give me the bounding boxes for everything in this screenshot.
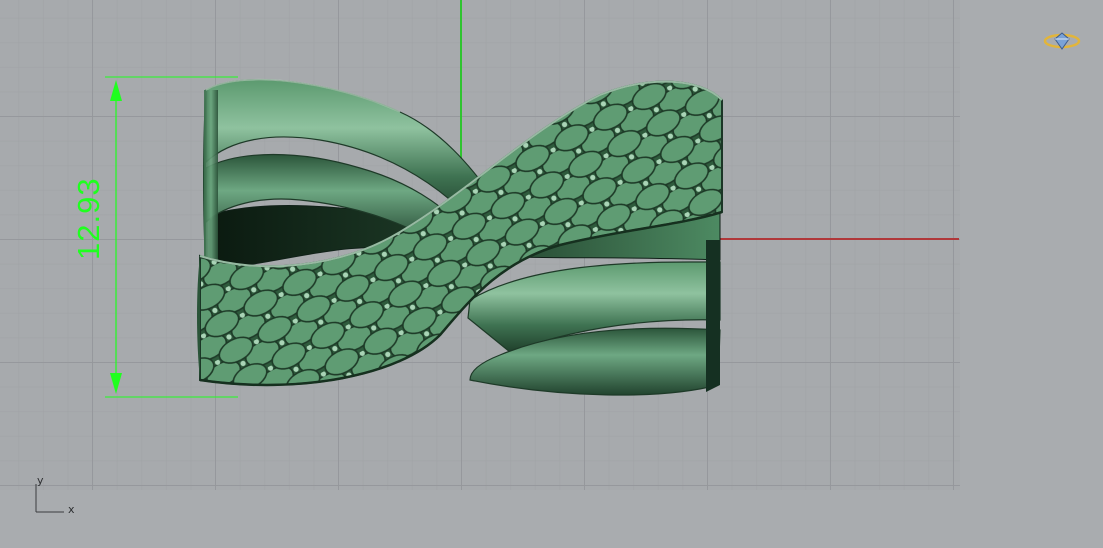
dimension-value[interactable]: 12.93 (71, 177, 106, 260)
axis-y-label: y (37, 474, 44, 487)
ring-model[interactable] (0, 0, 1103, 548)
gem-gizmo-icon[interactable] (1042, 30, 1082, 52)
modeling-viewport[interactable]: 12.93 y x (0, 0, 1103, 548)
axis-indicator: y x (30, 474, 80, 516)
axis-x-label: x (68, 503, 75, 516)
